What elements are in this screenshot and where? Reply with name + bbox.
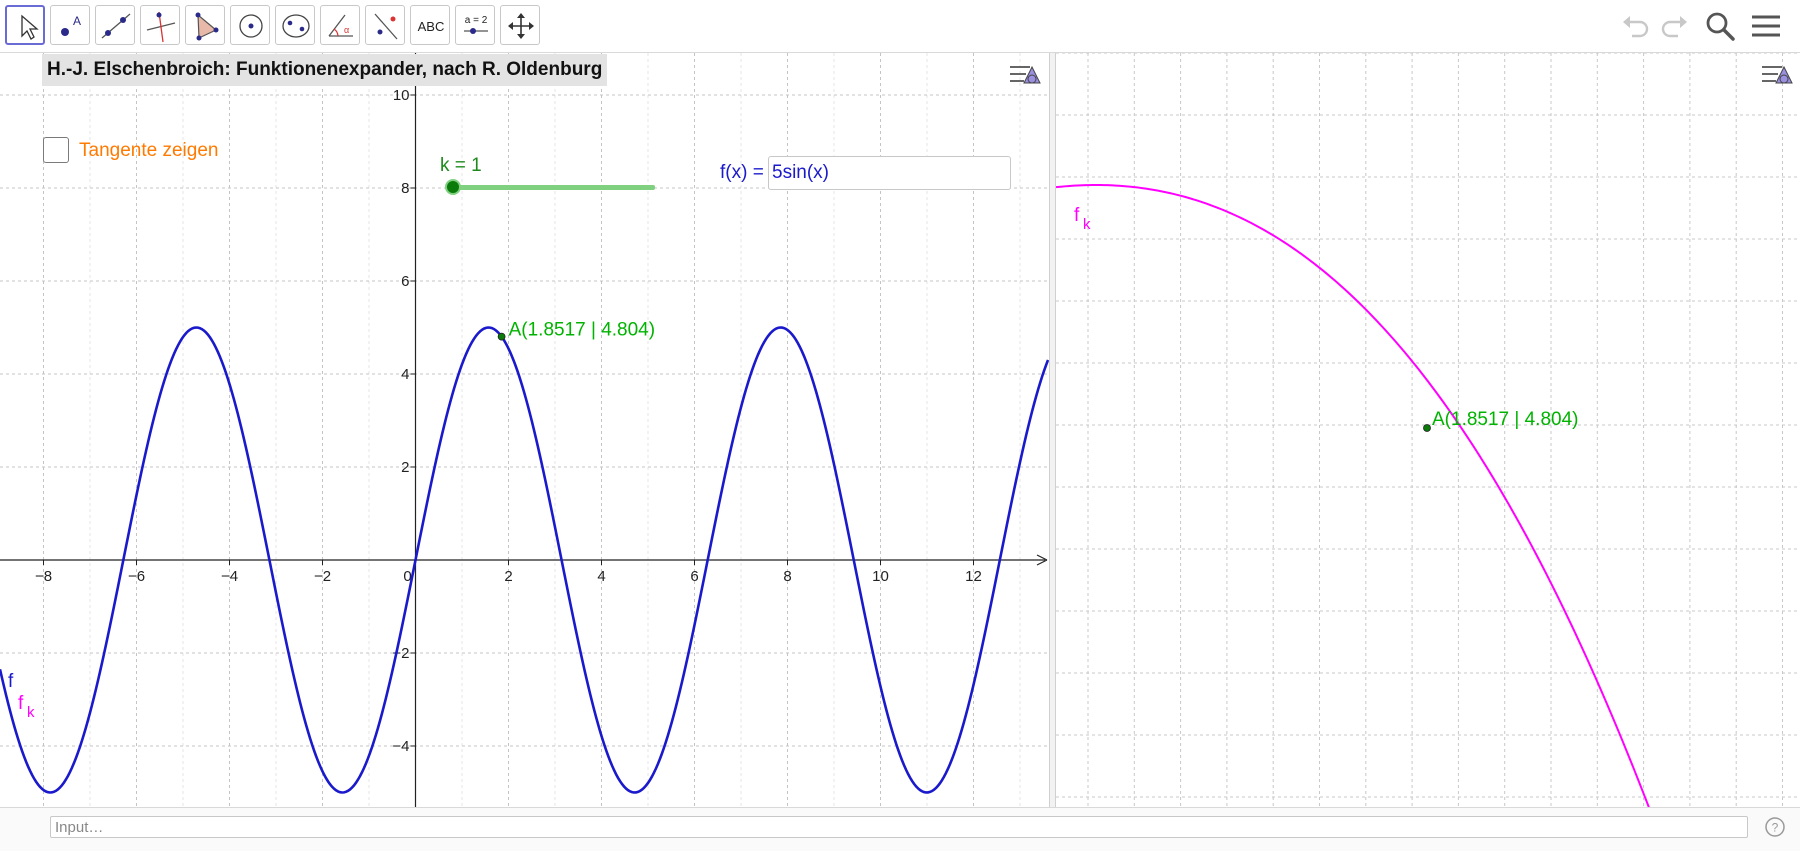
input-bar: ?: [0, 807, 1800, 851]
svg-text:ABC: ABC: [418, 19, 445, 34]
slider-icon: a = 2: [464, 15, 488, 34]
svg-text:A: A: [73, 14, 81, 28]
point-a-label: A(1.8517 | 4.804): [509, 320, 655, 341]
algebra-input[interactable]: [50, 816, 1748, 838]
slider-k-label: k = 1: [440, 155, 482, 176]
move-arrows-icon: [508, 13, 534, 39]
redo-icon[interactable]: [1656, 8, 1692, 44]
y-tick-label: 10: [393, 87, 410, 104]
svg-text:α: α: [344, 25, 349, 35]
move-view-tool-button[interactable]: [500, 5, 540, 45]
line-icon: [101, 13, 131, 39]
slider-tool-button[interactable]: a = 2: [455, 5, 495, 45]
point-a-2-label: A(1.8517 | 4.804): [1432, 409, 1578, 430]
slider-k-knob[interactable]: [445, 179, 461, 195]
curve-label-fk-subscript: k: [27, 704, 35, 721]
x-tick-label: 8: [783, 568, 791, 585]
y-tick-label: 4: [401, 366, 409, 383]
x-tick-label: −8: [35, 568, 52, 585]
move-tool-button[interactable]: [5, 5, 45, 45]
polygon-icon: [195, 12, 219, 41]
curve-label-fk-2-subscript: k: [1083, 216, 1091, 233]
svg-text:a = 2: a = 2: [465, 15, 488, 26]
tangent-checkbox-label[interactable]: Tangente zeigen: [79, 140, 218, 162]
point-tool-button[interactable]: A: [50, 5, 90, 45]
curve-label-fk-2: f: [1074, 205, 1080, 226]
graphics-view-2[interactable]: f k A(1.8517 | 4.804): [1056, 53, 1800, 807]
help-icon[interactable]: ?: [1764, 816, 1786, 838]
x-tick-label: 4: [597, 568, 605, 585]
polygon-tool-button[interactable]: [185, 5, 225, 45]
cursor-icon: [21, 14, 39, 40]
toolbar: A α ABC a = 2: [0, 0, 1800, 53]
fx-input[interactable]: [768, 156, 1011, 190]
x-tick-label: 12: [965, 568, 982, 585]
tangent-checkbox[interactable]: [43, 137, 69, 163]
function-fk-curve: [1056, 183, 1650, 807]
point-a: [497, 332, 506, 341]
menu-icon[interactable]: [1748, 8, 1784, 44]
angle-tool-button[interactable]: α: [320, 5, 360, 45]
text-icon: ABC: [418, 19, 445, 34]
y-tick-label: 2: [401, 459, 409, 476]
view-divider[interactable]: [1049, 53, 1056, 807]
x-tick-label: −2: [314, 568, 331, 585]
fx-input-label: f(x) =: [720, 162, 764, 183]
line-tool-button[interactable]: [95, 5, 135, 45]
x-tick-label: 6: [690, 568, 698, 585]
curve-label-fk: f: [18, 693, 24, 714]
style-bar-icon[interactable]: [1004, 55, 1044, 95]
x-tick-label: 2: [504, 568, 512, 585]
perpendicular-icon: [146, 11, 176, 43]
search-icon[interactable]: [1702, 8, 1738, 44]
ellipse-icon: [282, 14, 310, 38]
reflect-icon: [374, 13, 398, 40]
x-tick-label: 10: [872, 568, 889, 585]
point-a-2: [1423, 424, 1431, 432]
style-bar-icon-2[interactable]: [1756, 55, 1796, 95]
undo-icon[interactable]: [1618, 8, 1654, 44]
reflect-tool-button[interactable]: [365, 5, 405, 45]
page-title: H.-J. Elschenbroich: Funktionenexpander,…: [42, 54, 608, 86]
y-tick-label: −4: [392, 738, 409, 755]
x-tick-label: −6: [128, 568, 145, 585]
point-icon: A: [61, 14, 81, 36]
y-tick-label: 6: [401, 273, 409, 290]
angle-icon: α: [328, 14, 353, 37]
graph-2-canvas[interactable]: f k A(1.8517 | 4.804): [1056, 53, 1800, 807]
text-tool-button[interactable]: ABC: [410, 5, 450, 45]
circle-tool-button[interactable]: [230, 5, 270, 45]
slider-k-track[interactable]: [453, 185, 655, 190]
y-tick-label: 8: [401, 180, 409, 197]
perpendicular-tool-button[interactable]: [140, 5, 180, 45]
circle-icon: [239, 14, 263, 38]
svg-text:?: ?: [1772, 821, 1779, 835]
x-tick-label: −4: [221, 568, 238, 585]
ellipse-tool-button[interactable]: [275, 5, 315, 45]
curve-label-f: f: [8, 671, 14, 692]
